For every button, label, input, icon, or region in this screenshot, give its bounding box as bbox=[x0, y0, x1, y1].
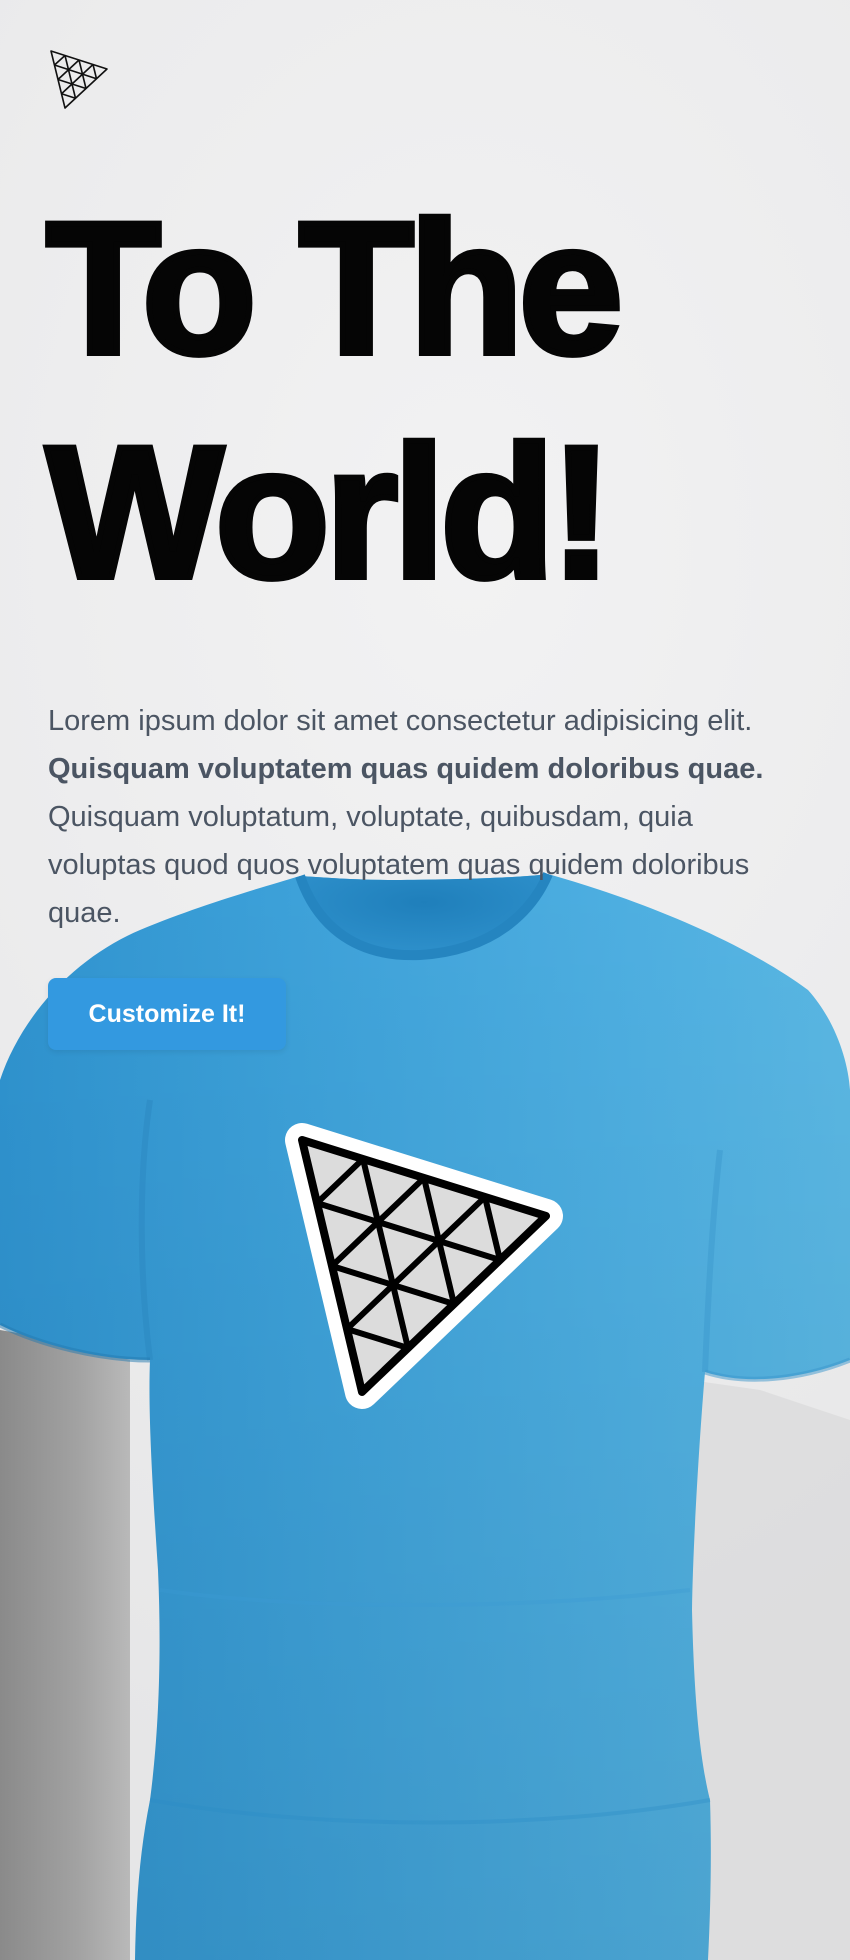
customize-it-button[interactable]: Customize It! bbox=[48, 978, 286, 1050]
headline-line-2: World! bbox=[43, 404, 616, 620]
hero-headline: To The World! bbox=[43, 176, 626, 624]
shirt-shadow bbox=[0, 1330, 130, 1960]
intro-text-part-2: Quisquam voluptatum, voluptate, quibusda… bbox=[48, 801, 750, 929]
headline-line-1: To The bbox=[43, 180, 626, 396]
hero-intro-text: Lorem ipsum dolor sit amet consectetur a… bbox=[48, 697, 808, 937]
intro-text-bold: Quisquam voluptatem quas quidem doloribu… bbox=[48, 753, 764, 785]
triangle-grid-logo-icon[interactable] bbox=[48, 48, 110, 110]
intro-text-part-1: Lorem ipsum dolor sit amet consectetur a… bbox=[48, 705, 753, 737]
